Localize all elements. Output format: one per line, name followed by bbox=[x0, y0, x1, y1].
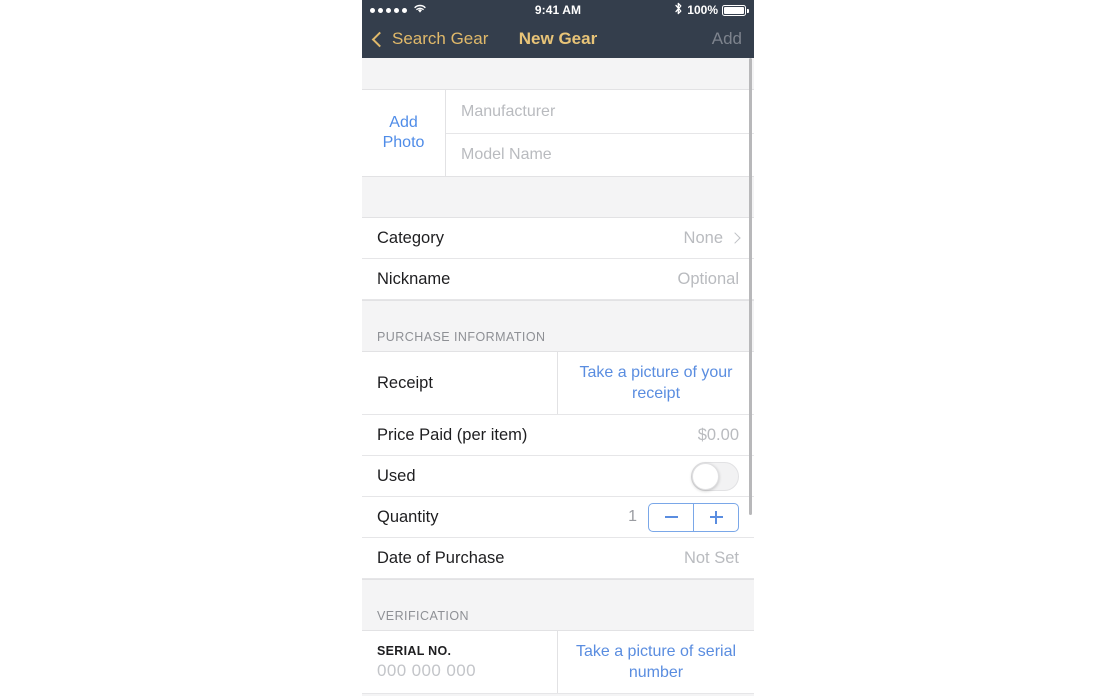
status-bar-left bbox=[370, 1, 427, 19]
toggle-knob bbox=[692, 462, 719, 490]
date-of-purchase-row[interactable]: Date of Purchase Not Set bbox=[362, 538, 754, 579]
receipt-camera-button[interactable]: Take a picture of your receipt bbox=[558, 352, 754, 414]
serial-camera-button[interactable]: Take a picture of serial number bbox=[558, 631, 754, 693]
used-toggle-container bbox=[691, 461, 739, 491]
category-row[interactable]: Category None bbox=[362, 218, 754, 259]
used-toggle[interactable] bbox=[691, 461, 739, 491]
used-label: Used bbox=[377, 466, 416, 485]
nickname-value-group: Optional bbox=[678, 270, 739, 289]
nickname-label: Nickname bbox=[377, 269, 451, 288]
verification-header: VERIFICATION bbox=[362, 579, 754, 631]
date-of-purchase-value: Not Set bbox=[683, 548, 739, 567]
battery-icon bbox=[722, 4, 749, 16]
nickname-placeholder: Optional bbox=[677, 269, 739, 288]
manufacturer-placeholder: Manufacturer bbox=[461, 102, 556, 120]
plus-icon bbox=[709, 510, 723, 524]
quantity-decrement-button[interactable] bbox=[649, 504, 693, 531]
price-paid-value: $0.00 bbox=[697, 425, 739, 444]
quantity-row: Quantity 1 bbox=[362, 497, 754, 538]
back-button[interactable]: Search Gear bbox=[371, 29, 489, 49]
date-of-purchase-label: Date of Purchase bbox=[377, 548, 505, 567]
model-name-placeholder: Model Name bbox=[461, 146, 552, 163]
serial-number-row: SERIAL NO. 000 000 000 Take a picture of… bbox=[362, 631, 754, 694]
model-name-field[interactable]: Model Name bbox=[446, 133, 754, 176]
used-row: Used bbox=[362, 456, 754, 497]
identity-fields: Manufacturer Model Name bbox=[446, 90, 754, 176]
serial-number-placeholder: 000 000 000 bbox=[377, 660, 476, 680]
form-scroll-area[interactable]: Add Photo Manufacturer Model Name Catego… bbox=[362, 58, 754, 696]
quantity-value: 1 bbox=[628, 508, 637, 525]
serial-number-field[interactable]: SERIAL NO. 000 000 000 bbox=[362, 631, 558, 693]
add-photo-button[interactable]: Add Photo bbox=[362, 90, 446, 176]
status-bar-right: 100% bbox=[674, 2, 749, 18]
nickname-row[interactable]: Nickname Optional bbox=[362, 259, 754, 300]
quantity-stepper bbox=[648, 502, 739, 532]
back-button-label: Search Gear bbox=[392, 29, 489, 48]
receipt-label: Receipt bbox=[362, 352, 558, 414]
chevron-right-icon bbox=[729, 232, 741, 244]
price-paid-label: Price Paid (per item) bbox=[377, 425, 528, 444]
quantity-increment-button[interactable] bbox=[693, 503, 738, 531]
add-photo-line1: Add bbox=[389, 114, 418, 131]
chevron-left-icon bbox=[371, 31, 388, 47]
group-spacer-top bbox=[362, 58, 754, 90]
category-value: None bbox=[683, 228, 723, 247]
bluetooth-icon bbox=[674, 2, 683, 18]
category-label: Category bbox=[377, 228, 444, 247]
group-spacer-1 bbox=[362, 177, 754, 218]
phone-viewport: 9:41 AM 100% Search Gear New Gear Add Ad… bbox=[362, 0, 754, 696]
battery-percent-label: 100% bbox=[687, 3, 718, 17]
quantity-control-group: 1 bbox=[628, 502, 739, 532]
receipt-row: Receipt Take a picture of your receipt bbox=[362, 352, 754, 415]
minus-icon bbox=[664, 516, 678, 518]
photo-and-identity-block: Add Photo Manufacturer Model Name bbox=[362, 90, 754, 177]
purchase-information-header: PURCHASE INFORMATION bbox=[362, 300, 754, 352]
wifi-icon bbox=[413, 1, 427, 19]
add-photo-line2: Photo bbox=[382, 134, 425, 151]
add-button[interactable]: Add bbox=[712, 29, 742, 49]
screenshot-canvas: 9:41 AM 100% Search Gear New Gear Add Ad… bbox=[0, 0, 1106, 696]
category-value-group: None bbox=[683, 228, 741, 248]
price-paid-row[interactable]: Price Paid (per item) $0.00 bbox=[362, 415, 754, 456]
quantity-label: Quantity bbox=[377, 507, 439, 526]
navigation-bar: Search Gear New Gear Add bbox=[362, 20, 754, 58]
manufacturer-field[interactable]: Manufacturer bbox=[446, 90, 754, 133]
serial-number-label: SERIAL NO. bbox=[377, 643, 452, 658]
vertical-scrollbar[interactable] bbox=[749, 58, 752, 515]
signal-strength-icon bbox=[370, 7, 407, 13]
status-bar: 9:41 AM 100% bbox=[362, 0, 754, 20]
